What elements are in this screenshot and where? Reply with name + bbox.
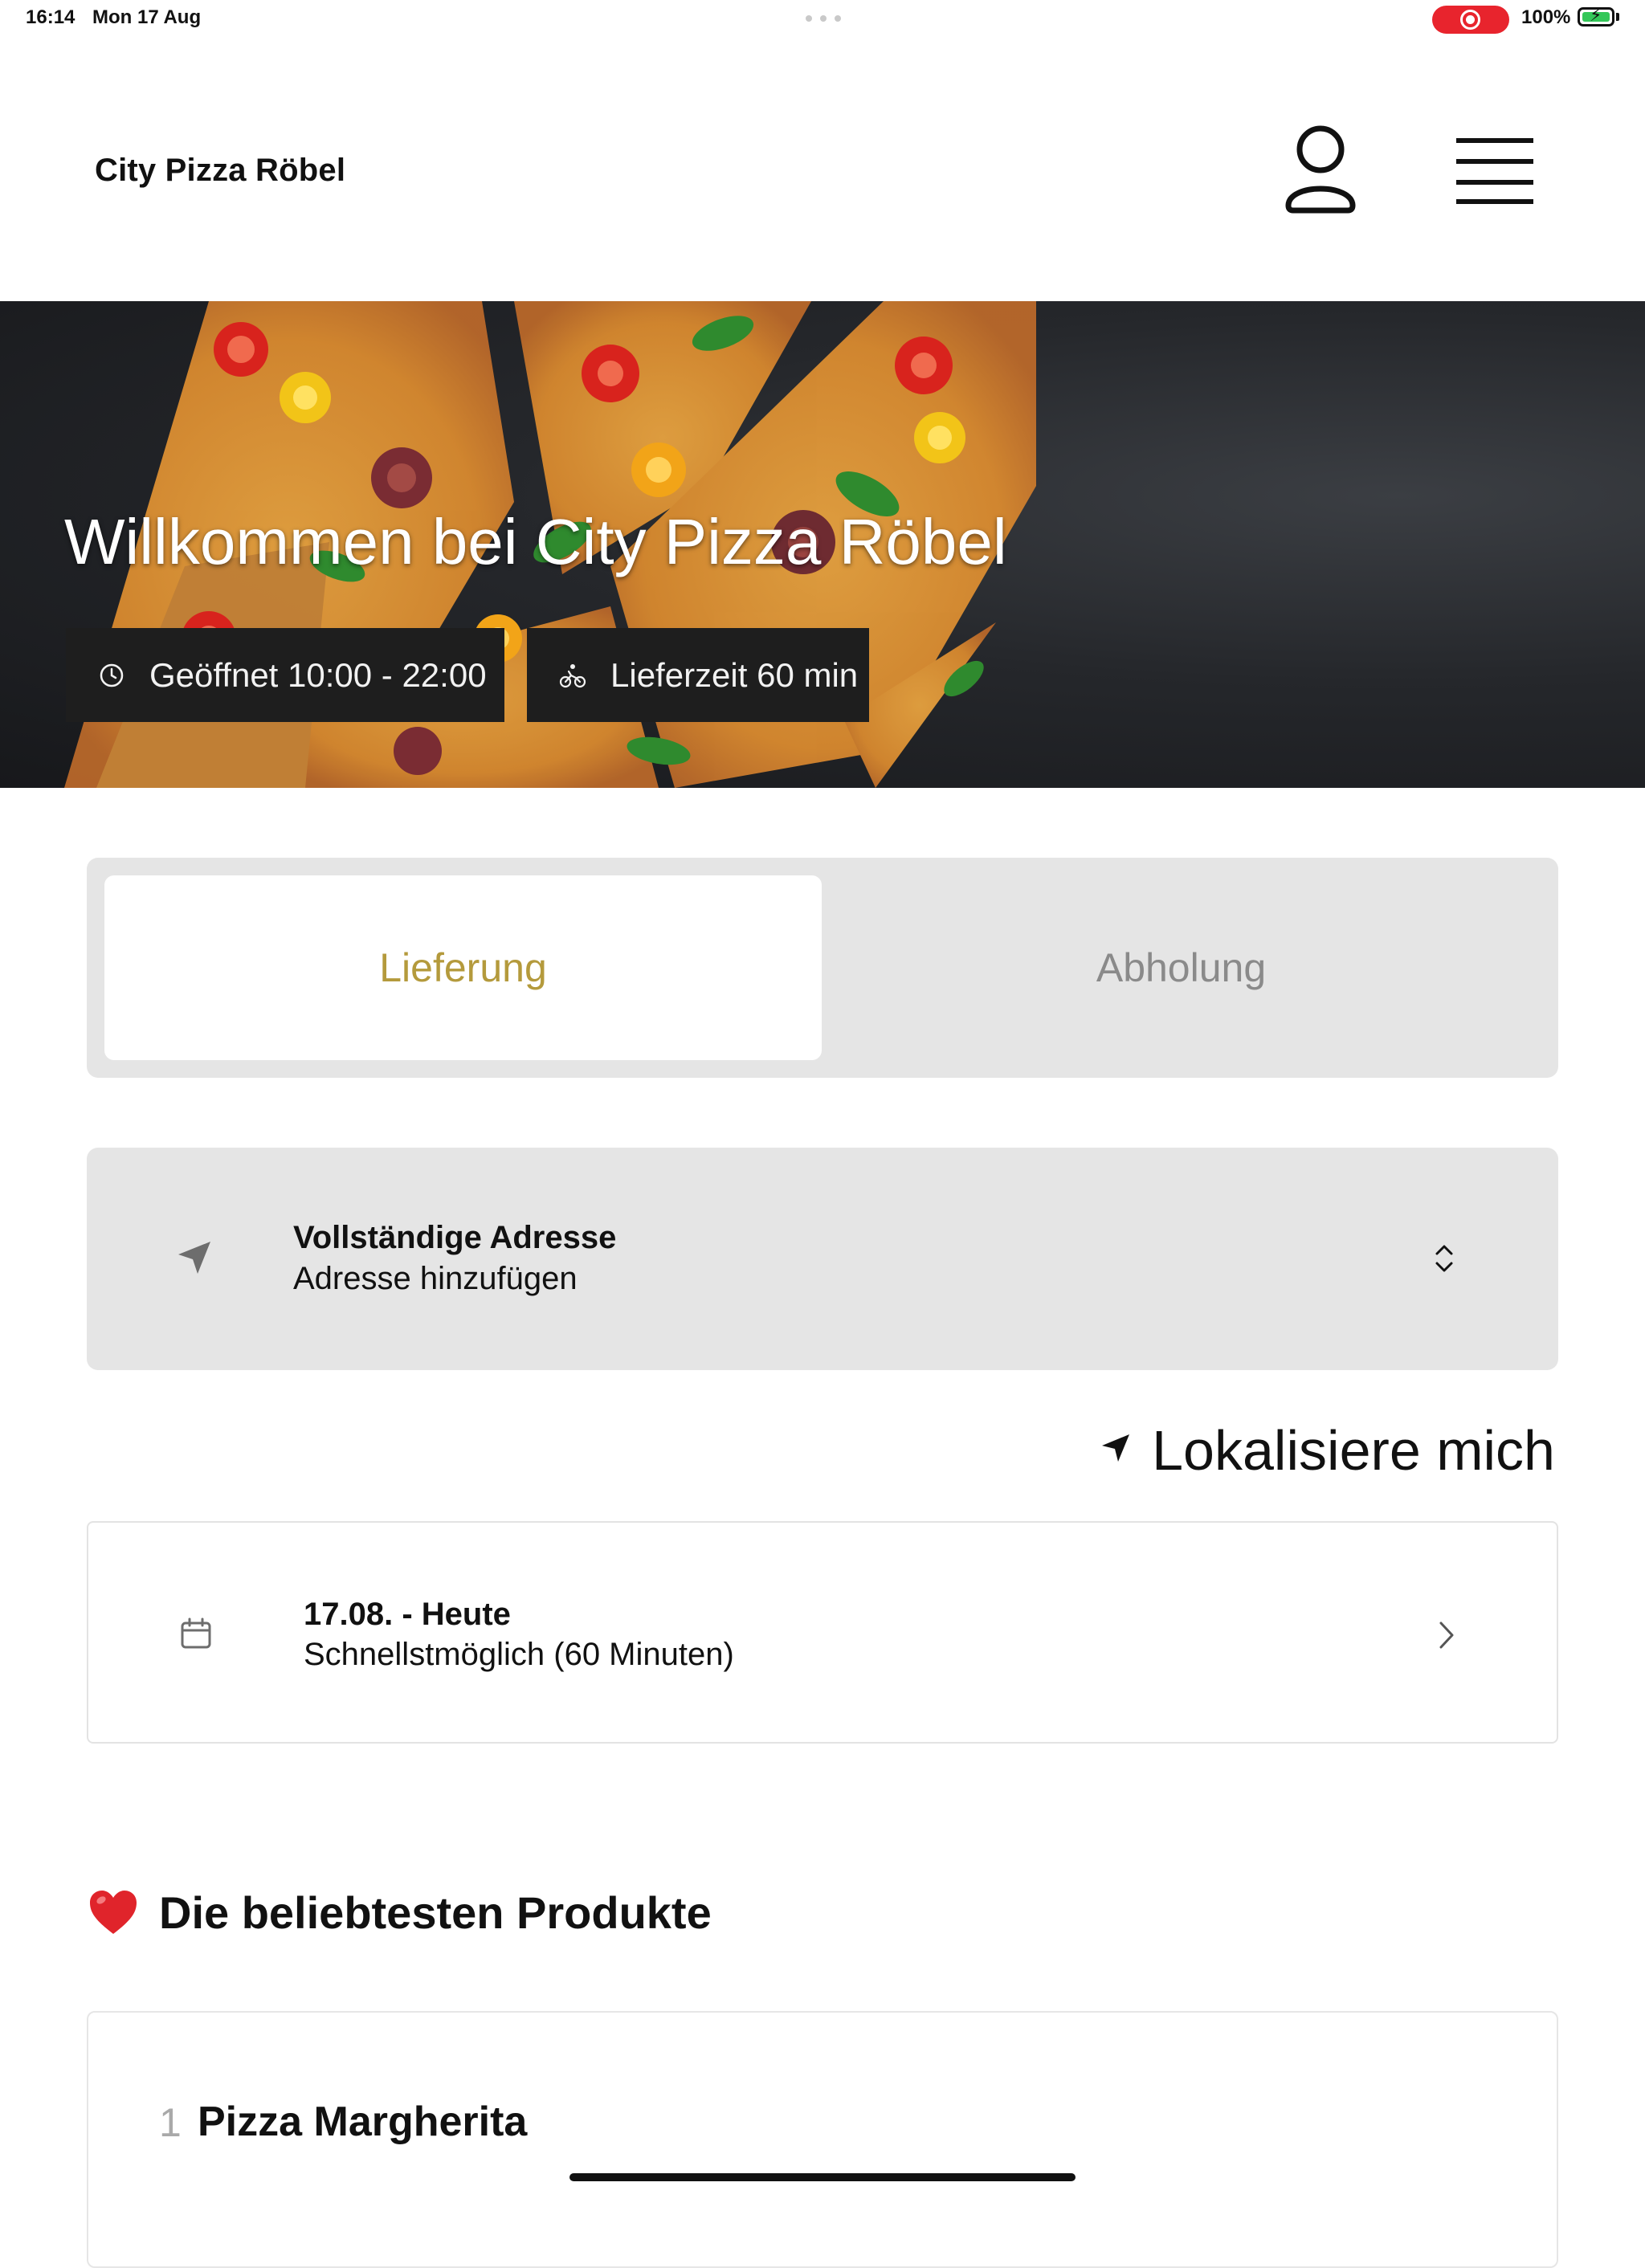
status-time: 16:14 bbox=[26, 6, 76, 28]
tab-delivery[interactable]: Lieferung bbox=[104, 875, 822, 1060]
tab-pickup[interactable]: Abholung bbox=[822, 875, 1541, 1060]
hero-title: Willkommen bei City Pizza Röbel bbox=[64, 506, 1007, 577]
hamburger-menu-icon[interactable] bbox=[1455, 135, 1535, 206]
address-selector[interactable]: Vollständige Adresse Adresse hinzufügen bbox=[87, 1148, 1558, 1370]
schedule-date: 17.08. - Heute bbox=[304, 1597, 511, 1632]
screen-recording-icon[interactable] bbox=[1432, 6, 1509, 34]
heart-icon bbox=[90, 1891, 137, 1934]
opening-hours-text: Geöffnet 10:00 - 22:00 bbox=[149, 655, 487, 694]
chevron-up-down-icon bbox=[1435, 1245, 1453, 1272]
delivery-time-badge: Lieferzeit 60 min bbox=[527, 628, 869, 722]
address-value: Adresse hinzufügen bbox=[293, 1261, 578, 1296]
hero-banner: Willkommen bei City Pizza Röbel Geöffnet… bbox=[0, 301, 1645, 788]
product-name: Pizza Margherita bbox=[198, 2099, 528, 2145]
schedule-time: Schnellstmöglich (60 Minuten) bbox=[304, 1637, 734, 1672]
status-bar: 16:14 Mon 17 Aug 100% ⚡ bbox=[0, 0, 1645, 42]
home-indicator[interactable] bbox=[569, 2173, 1076, 2181]
locate-me-button[interactable]: Lokalisiere mich bbox=[1099, 1415, 1558, 1483]
product-rank: 1 bbox=[159, 2100, 182, 2145]
address-label: Vollständige Adresse bbox=[293, 1220, 617, 1255]
battery-icon: ⚡ bbox=[1578, 6, 1614, 27]
multitasking-dots-icon[interactable] bbox=[806, 15, 841, 22]
clock-icon bbox=[100, 663, 124, 687]
app-title[interactable]: City Pizza Röbel bbox=[95, 153, 345, 189]
delivery-time-selector[interactable]: 17.08. - Heute Schnellstmöglich (60 Minu… bbox=[87, 1521, 1558, 1744]
battery-cap bbox=[1616, 13, 1619, 21]
chevron-right-icon bbox=[1439, 1621, 1454, 1649]
battery-percentage: 100% bbox=[1521, 6, 1571, 28]
opening-hours-badge: Geöffnet 10:00 - 22:00 bbox=[66, 628, 504, 722]
order-mode-toggle: Lieferung Abholung bbox=[87, 858, 1558, 1078]
location-arrow-icon bbox=[1102, 1434, 1129, 1462]
navigation-arrow-icon bbox=[178, 1242, 210, 1274]
user-icon[interactable] bbox=[1284, 125, 1357, 215]
bicycle-icon bbox=[559, 663, 586, 687]
product-card[interactable]: 1 Pizza Margherita bbox=[87, 2011, 1558, 2268]
locate-me-label: Lokalisiere mich bbox=[1152, 1419, 1555, 1482]
calendar-icon bbox=[181, 1617, 211, 1649]
popular-products-heading: Die beliebtesten Produkte bbox=[88, 1884, 712, 1940]
popular-products-title: Die beliebtesten Produkte bbox=[159, 1887, 712, 1938]
status-date: Mon 17 Aug bbox=[92, 6, 202, 28]
delivery-time-text: Lieferzeit 60 min bbox=[610, 655, 859, 694]
